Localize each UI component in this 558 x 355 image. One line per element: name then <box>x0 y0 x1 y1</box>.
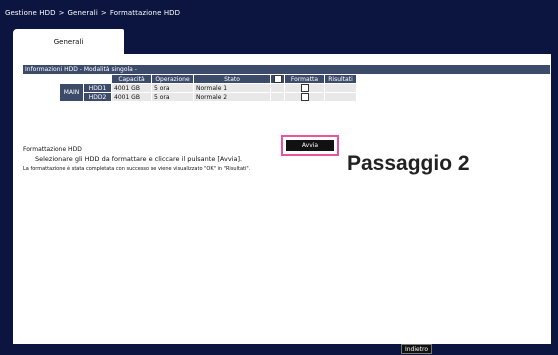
column-header-format-select-all <box>270 74 285 84</box>
breadcrumb-separator: > <box>58 9 65 17</box>
table-corner <box>84 75 112 84</box>
breadcrumb-separator: > <box>100 9 107 17</box>
column-header-capacity: Capacità <box>111 74 152 84</box>
breadcrumb-item-formattazione-hdd: Formattazione HDD <box>109 9 181 17</box>
hdd-operation: 5 ora <box>151 92 194 102</box>
hdd-name: HDD1 <box>83 83 112 93</box>
hdd-name: HDD2 <box>83 92 112 102</box>
column-header-status: Stato <box>193 74 271 84</box>
breadcrumb-item-generali[interactable]: Generali <box>68 9 98 17</box>
hdd-result <box>324 92 357 102</box>
hdd-status: Normale 1 <box>193 83 271 93</box>
hdd-capacity: 4001 GB <box>111 92 152 102</box>
table-header-row: Capacità Operazione Stato Formatta Risul… <box>60 74 357 84</box>
format-checkbox-cell <box>284 92 325 102</box>
main-panel: Informazioni HDD - Modalità singola - Ca… <box>13 54 551 344</box>
avvia-highlight: Avvia <box>281 135 339 156</box>
avvia-button[interactable]: Avvia <box>286 140 334 151</box>
format-instruction: Selezionare gli HDD da formattare e clic… <box>35 155 243 163</box>
format-spacer <box>270 92 285 102</box>
group-label-main: MAIN <box>59 83 84 102</box>
format-checkbox-hdd2[interactable] <box>300 93 309 101</box>
tab-label: Generali <box>53 38 84 46</box>
column-header-format: Formatta <box>284 74 325 84</box>
back-button[interactable]: Indietro <box>401 344 432 354</box>
column-header-operation: Operazione <box>151 74 194 84</box>
column-header-results: Risultati <box>324 74 357 84</box>
format-checkbox-cell <box>284 83 325 93</box>
hdd-info-section-title: Informazioni HDD - Modalità singola - <box>23 65 550 74</box>
breadcrumb-item-gestione-hdd[interactable]: Gestione HDD <box>5 9 56 17</box>
table-row: MAIN HDD1 4001 GB 5 ora Normale 1 <box>59 83 357 102</box>
hdd-operation: 5 ora <box>151 83 194 93</box>
breadcrumb: Gestione HDD > Generali > Formattazione HDD <box>5 9 180 17</box>
tab-generali[interactable]: Generali <box>13 29 124 55</box>
format-checkbox-hdd1[interactable] <box>300 84 309 92</box>
table-corner <box>60 75 84 84</box>
select-all-checkbox[interactable] <box>273 75 282 83</box>
format-section-title: Formattazione HDD <box>23 146 82 153</box>
hdd-table: Capacità Operazione Stato Formatta Risul… <box>59 74 357 102</box>
hdd-capacity: 4001 GB <box>111 83 152 93</box>
hdd-result <box>324 83 357 93</box>
hdd-status: Normale 2 <box>193 92 271 102</box>
format-spacer <box>270 83 285 93</box>
step-annotation-label: Passaggio 2 <box>344 152 473 176</box>
table-row: HDD2 4001 GB 5 ora Normale 2 <box>60 92 357 102</box>
format-note: La formattazione è stata completata con … <box>23 166 251 172</box>
